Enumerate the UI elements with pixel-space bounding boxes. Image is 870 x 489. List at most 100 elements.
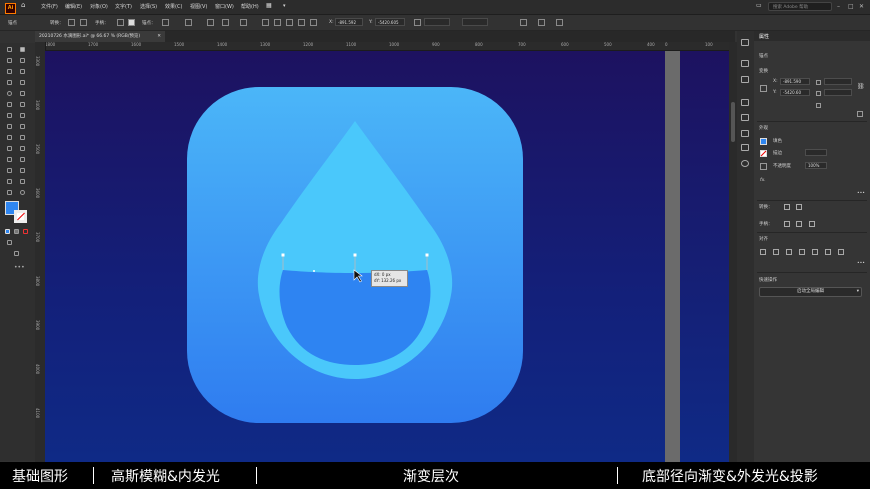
control-h-input[interactable] xyxy=(462,18,488,26)
connect-endpoints-icon[interactable] xyxy=(185,19,192,26)
width-link-icon[interactable] xyxy=(414,19,421,26)
libraries-icon[interactable] xyxy=(741,60,749,67)
close-button[interactable]: ✕ xyxy=(859,3,864,10)
warp-tool-icon[interactable] xyxy=(7,124,14,130)
mesh-tool-icon[interactable] xyxy=(20,146,27,152)
align-bottom-icon[interactable] xyxy=(825,249,831,255)
appearance-icon[interactable] xyxy=(741,160,749,167)
h-input[interactable] xyxy=(824,89,852,96)
blend-tool-icon[interactable] xyxy=(7,168,14,174)
gradient-icon[interactable] xyxy=(741,144,749,151)
stroke-swatch[interactable] xyxy=(14,210,27,223)
handle-icon[interactable] xyxy=(796,221,802,227)
paintbrush-tool-icon[interactable] xyxy=(20,91,27,97)
home-icon[interactable]: ⌂ xyxy=(21,1,25,9)
scale-tool-icon[interactable] xyxy=(20,113,27,119)
maximize-button[interactable]: □ xyxy=(848,3,854,10)
control-y-input[interactable]: -5420.605 xyxy=(375,18,405,26)
menu-select[interactable]: 选择(S) xyxy=(140,3,157,10)
more-options-icon[interactable] xyxy=(857,111,863,117)
align-hcenter-icon[interactable] xyxy=(773,249,779,255)
minimize-button[interactable]: – xyxy=(837,3,840,10)
global-edit-button[interactable]: 启动全局编辑 ▾ xyxy=(759,287,862,297)
type-tool-icon[interactable] xyxy=(7,80,14,86)
eyedropper-tool-icon[interactable] xyxy=(20,157,27,163)
live-paint-tool-icon[interactable] xyxy=(20,135,27,141)
vertical-scrollbar[interactable] xyxy=(729,42,737,462)
cut-path-icon[interactable] xyxy=(207,19,214,26)
ellipse-tool-icon[interactable] xyxy=(7,91,14,97)
stroke-weight-input[interactable] xyxy=(805,149,827,156)
convert-corner-icon[interactable] xyxy=(68,19,75,26)
none-mode-icon[interactable] xyxy=(23,229,30,235)
constrain-link-icon[interactable]: ⛓ xyxy=(857,83,865,90)
artboard-tool-icon[interactable] xyxy=(20,179,27,185)
handle-show-icon[interactable] xyxy=(128,19,135,26)
fill-color-swatch[interactable] xyxy=(760,138,767,145)
align-icon[interactable] xyxy=(240,19,247,26)
y-input[interactable]: -5420.60 xyxy=(780,89,810,96)
rotate-tool-icon[interactable] xyxy=(7,113,14,119)
close-tab-icon[interactable]: ✕ xyxy=(157,31,161,42)
color-mode-icon[interactable] xyxy=(5,229,12,235)
control-w-input[interactable] xyxy=(424,18,450,26)
chevron-down-icon[interactable]: ▾ xyxy=(857,288,859,296)
transform-icon[interactable] xyxy=(520,19,527,26)
convert-smooth-icon[interactable] xyxy=(80,19,87,26)
curvature-tool-icon[interactable] xyxy=(20,69,27,75)
align-right-icon[interactable] xyxy=(786,249,792,255)
water-drop-artwork[interactable] xyxy=(187,87,523,423)
line-tool-icon[interactable] xyxy=(20,80,27,86)
panel-menu-icon[interactable] xyxy=(556,19,563,26)
convert-smooth-icon[interactable] xyxy=(796,204,802,210)
pen-tool-icon[interactable] xyxy=(7,69,14,75)
perspective-grid-tool-icon[interactable] xyxy=(7,146,14,152)
x-input[interactable]: -891.590 xyxy=(780,78,810,85)
swatches-icon[interactable] xyxy=(741,99,749,106)
layers-icon[interactable] xyxy=(741,39,749,46)
reference-point-icon[interactable] xyxy=(760,85,767,92)
handle-icon[interactable] xyxy=(784,221,790,227)
align-top-icon[interactable] xyxy=(298,19,305,26)
more-tools-icon[interactable]: ••• xyxy=(14,264,25,271)
stroke-color-swatch[interactable] xyxy=(760,150,767,157)
align-more-icon[interactable]: ••• xyxy=(857,261,865,266)
lasso-tool-icon[interactable] xyxy=(20,58,27,64)
stroke-icon[interactable] xyxy=(741,130,749,137)
gradient-mode-icon[interactable] xyxy=(14,229,21,235)
free-transform-tool-icon[interactable] xyxy=(20,124,27,130)
menu-view[interactable]: 视图(V) xyxy=(190,3,207,10)
align-vcenter-icon[interactable] xyxy=(812,249,818,255)
document-tab[interactable]: 20210726 水滴图形.ai* @ 66.67 % (RGB/预览) ✕ xyxy=(35,31,165,42)
appearance-more-icon[interactable]: ••• xyxy=(857,191,865,196)
magic-wand-tool-icon[interactable] xyxy=(7,58,14,64)
hand-tool-icon[interactable] xyxy=(7,190,14,196)
anchor-point[interactable] xyxy=(353,253,357,257)
menu-type[interactable]: 文字(T) xyxy=(115,3,132,10)
menu-file[interactable]: 文件(F) xyxy=(41,3,58,10)
brushes-icon[interactable] xyxy=(741,114,749,121)
shaper-tool-icon[interactable] xyxy=(7,102,14,108)
align-left-icon[interactable] xyxy=(760,249,766,255)
arrange-icon[interactable] xyxy=(538,19,545,26)
properties-tab[interactable]: 属性 xyxy=(759,33,769,40)
anchor-point[interactable] xyxy=(425,253,429,257)
selection-tool-icon[interactable] xyxy=(7,47,14,53)
menu-window[interactable]: 窗口(W) xyxy=(215,3,234,10)
w-input[interactable] xyxy=(824,78,852,85)
workspace-chevron-icon[interactable]: ▾ xyxy=(283,3,286,9)
direct-selection-tool-icon[interactable] xyxy=(20,47,27,53)
handle-hide-icon[interactable] xyxy=(117,19,124,26)
menu-edit[interactable]: 编辑(E) xyxy=(65,3,82,10)
opacity-input[interactable]: 100% xyxy=(805,162,827,169)
align-top-icon[interactable] xyxy=(799,249,805,255)
help-search-input[interactable]: 搜索 Adobe 帮助 xyxy=(768,2,832,11)
menu-effect[interactable]: 效果(C) xyxy=(165,3,182,10)
column-graph-tool-icon[interactable] xyxy=(7,179,14,185)
workspace-grid-icon[interactable]: ▦ xyxy=(266,2,272,9)
share-icon[interactable]: ▭ xyxy=(756,2,762,9)
rotate-icon[interactable] xyxy=(816,103,821,108)
zoom-tool-icon[interactable] xyxy=(20,190,27,196)
align-right-icon[interactable] xyxy=(286,19,293,26)
eraser-tool-icon[interactable] xyxy=(20,102,27,108)
